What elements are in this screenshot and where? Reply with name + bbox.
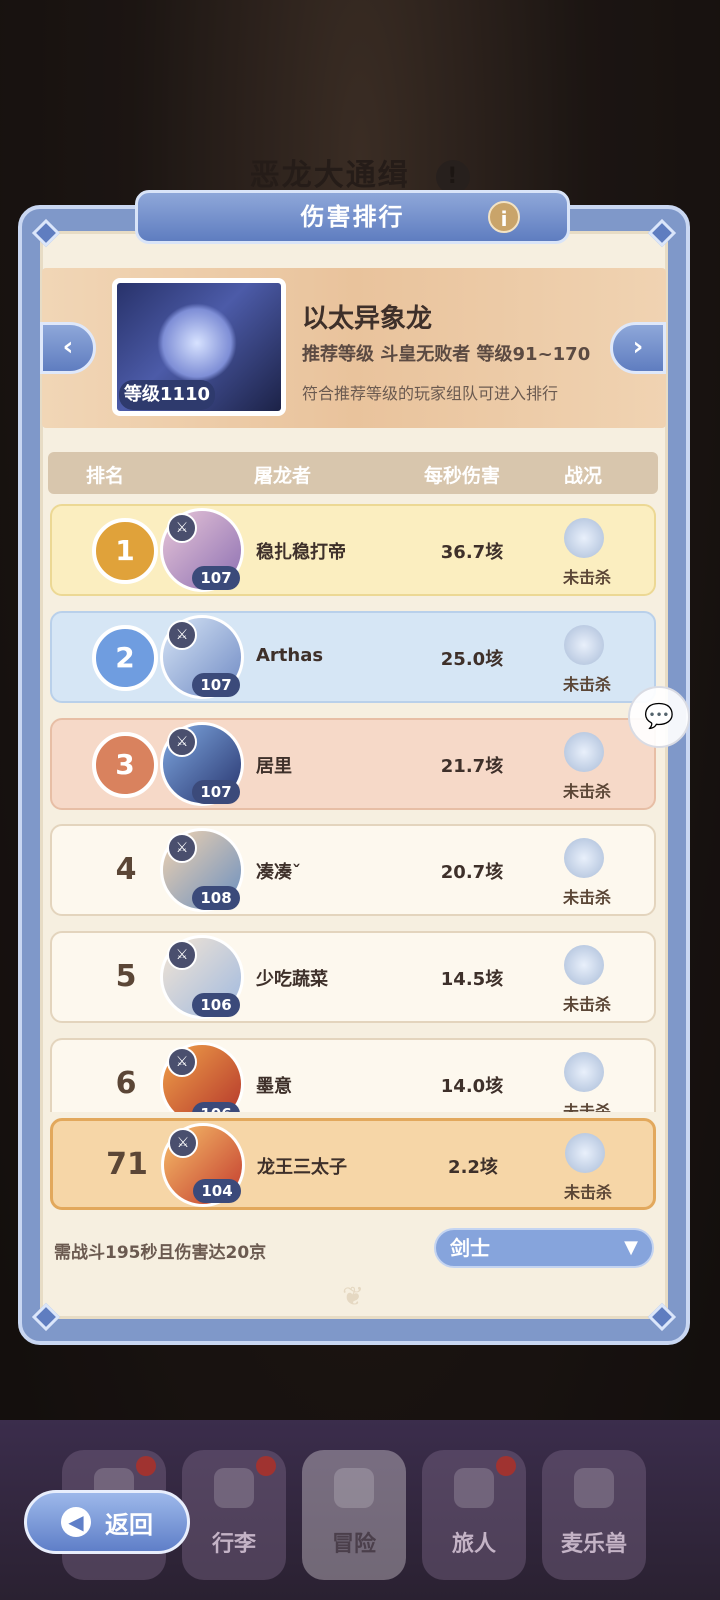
player-name: 龙王三太子 xyxy=(257,1157,347,1178)
gold-medal-icon: 1 xyxy=(92,518,158,584)
player-level: 107 xyxy=(192,673,240,697)
luggage-icon xyxy=(214,1468,254,1508)
kill-status: 未击杀 xyxy=(562,782,611,801)
silver-medal-icon: 2 xyxy=(92,625,158,691)
table-row[interactable]: 1 ⚔ 107 稳扎稳打帝 36.7垓 未击杀 xyxy=(50,504,656,596)
boss-recommendation: 推荐等级 斗皇无败者 等级91~170 xyxy=(302,344,591,365)
dragon-status-icon xyxy=(565,1133,605,1173)
player-dps: 14.5垓 xyxy=(440,969,504,990)
dragon-status-icon xyxy=(564,838,604,878)
info-icon[interactable]: i xyxy=(488,201,520,233)
notification-dot xyxy=(136,1456,156,1476)
back-button[interactable]: ◀ 返回 xyxy=(24,1490,190,1554)
boss-name: 以太异象龙 xyxy=(302,304,433,334)
bronze-medal-icon: 3 xyxy=(92,732,158,798)
rank-number: 6 xyxy=(115,1066,137,1101)
dragon-status-icon xyxy=(564,625,604,665)
prev-boss-button[interactable]: ‹ xyxy=(40,322,96,374)
sword-icon: ⚔ xyxy=(167,940,197,970)
nav-tab-label: 行李 xyxy=(211,1532,256,1557)
my-rank-row[interactable]: 71 ⚔ 104 龙王三太子 2.2垓 未击杀 xyxy=(50,1118,656,1210)
notification-dot xyxy=(256,1456,276,1476)
dragon-image xyxy=(157,303,237,383)
sword-icon: ⚔ xyxy=(167,727,197,757)
table-header: 排名 屠龙者 每秒伤害 战况 xyxy=(48,452,658,494)
nav-tab-luggage[interactable]: 行李 xyxy=(182,1450,286,1580)
player-dps: 20.7垓 xyxy=(440,862,504,883)
nav-tab-travelers[interactable]: 旅人 xyxy=(422,1450,526,1580)
kill-status: 未击杀 xyxy=(562,995,611,1014)
kill-status: 未击杀 xyxy=(562,568,611,587)
dragon-status-icon xyxy=(564,945,604,985)
dragon-status-icon xyxy=(564,1052,604,1092)
nav-tab-label: 冒险 xyxy=(331,1532,376,1557)
player-dps: 21.7垓 xyxy=(440,756,504,777)
sword-icon: ⚔ xyxy=(167,1047,197,1077)
kill-status: 未击杀 xyxy=(562,888,611,907)
header-dps: 每秒伤害 xyxy=(424,465,501,487)
player-dps: 36.7垓 xyxy=(440,542,504,563)
player-dps: 14.0垓 xyxy=(440,1076,504,1097)
header-rank: 排名 xyxy=(86,465,125,487)
rank-number: 5 xyxy=(115,959,137,994)
notification-dot xyxy=(496,1456,516,1476)
class-select-value: 剑士 xyxy=(450,1236,490,1260)
player-level: 107 xyxy=(192,566,240,590)
player-name: 少吃蔬菜 xyxy=(256,969,328,990)
nav-tab-adventure[interactable]: 冒险 xyxy=(302,1450,406,1580)
sword-icon: ⚔ xyxy=(167,833,197,863)
player-level: 104 xyxy=(193,1179,241,1203)
sword-icon: ⚔ xyxy=(167,513,197,543)
emblem-icon: ❦ xyxy=(342,1282,364,1312)
nav-tab-label: 旅人 xyxy=(451,1532,496,1557)
header-status: 战况 xyxy=(564,465,603,487)
boss-level-badge: 等级1110 xyxy=(119,380,215,410)
table-row[interactable]: 3 ⚔ 107 居里 21.7垓 未击杀 xyxy=(50,718,656,810)
cat-icon xyxy=(574,1468,614,1508)
chat-bubble-icon[interactable]: 💬 xyxy=(628,686,690,748)
header-slayer: 屠龙者 xyxy=(254,465,312,487)
player-name: 凑凑ˇ xyxy=(256,862,301,883)
table-row[interactable]: 5 ⚔ 106 少吃蔬菜 14.5垓 未击杀 xyxy=(50,931,656,1023)
player-level: 107 xyxy=(192,780,240,804)
player-name: 居里 xyxy=(256,756,292,777)
requirement-text: 需战斗195秒且伤害达20京 xyxy=(54,1243,267,1263)
chevron-down-icon: ▼ xyxy=(624,1237,638,1258)
player-level: 108 xyxy=(192,886,240,910)
player-level: 106 xyxy=(192,1102,240,1112)
table-row[interactable]: 6 ⚔ 106 墨意 14.0垓 未击杀 xyxy=(50,1038,656,1112)
table-row[interactable]: 2 ⚔ 107 Arthas 25.0垓 未击杀 xyxy=(50,611,656,703)
player-name: Arthas xyxy=(256,645,324,666)
kill-status: 未击杀 xyxy=(562,675,611,694)
kill-status: 未击杀 xyxy=(562,1102,611,1112)
back-arrow-icon: ◀ xyxy=(61,1507,91,1537)
back-button-label: 返回 xyxy=(105,1510,153,1539)
player-dps: 25.0垓 xyxy=(440,649,504,670)
sword-icon: ⚔ xyxy=(168,1128,198,1158)
next-boss-button[interactable]: › xyxy=(610,322,666,374)
player-name: 墨意 xyxy=(256,1076,292,1097)
nav-tab-label: 麦乐兽 xyxy=(560,1532,627,1557)
boss-note: 符合推荐等级的玩家组队可进入排行 xyxy=(302,384,559,403)
dragon-status-icon xyxy=(564,518,604,558)
traveler-icon xyxy=(454,1468,494,1508)
player-dps: 2.2垓 xyxy=(448,1157,498,1178)
player-name: 稳扎稳打帝 xyxy=(256,542,346,563)
kill-status: 未击杀 xyxy=(563,1183,612,1202)
my-rank-number: 71 xyxy=(106,1147,148,1182)
rank-number: 4 xyxy=(115,852,137,887)
sword-icon: ⚔ xyxy=(167,620,197,650)
dragon-status-icon xyxy=(564,732,604,772)
nav-tab-pets[interactable]: 麦乐兽 xyxy=(542,1450,646,1580)
class-select[interactable]: 剑士 ▼ xyxy=(434,1228,654,1268)
player-level: 106 xyxy=(192,993,240,1017)
table-row[interactable]: 4 ⚔ 108 凑凑ˇ 20.7垓 未击杀 xyxy=(50,824,656,916)
crossed-swords-icon xyxy=(334,1468,374,1508)
